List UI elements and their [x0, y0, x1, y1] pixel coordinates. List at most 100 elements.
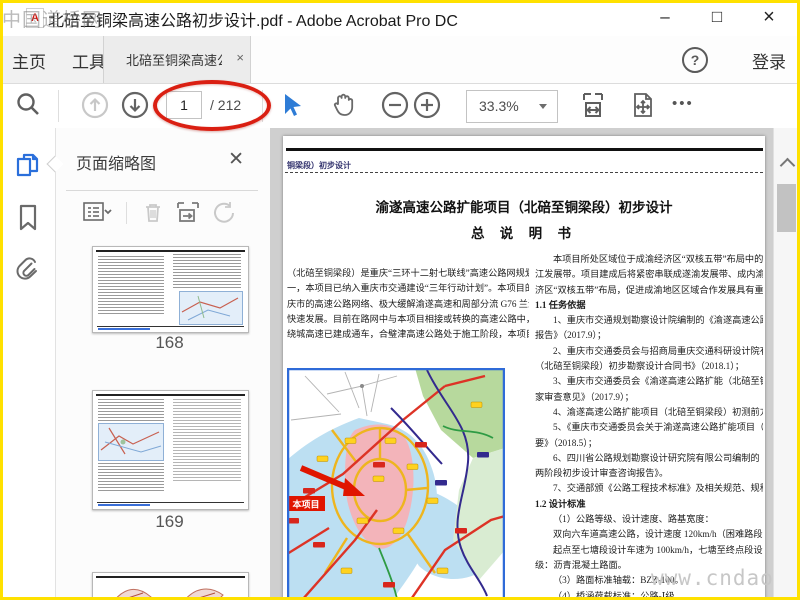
title-bar: A 北碚至铜梁高速公路初步设计.pdf - Adobe Acrobat Pro …	[0, 0, 800, 36]
doc-text-line: （4）桥涵荷载标准：公路-Ⅰ级。	[553, 590, 684, 600]
more-tools-button[interactable]: •••	[672, 95, 694, 112]
doc-text-line: 本项目所处区域位于成渝经济区“双核五带”布局中的成遂渝发展带	[553, 254, 763, 264]
left-text-column: （北碚至铜梁段）是重庆“三环十二射七联线”高速公路网规划中五 一，本项目已纳入重庆…	[287, 266, 529, 342]
separator	[262, 90, 263, 122]
thumbnail-page-169[interactable]	[92, 390, 249, 510]
select-tool-icon[interactable]	[276, 90, 306, 120]
doc-text-line: 4、渝遂高速公路扩能项目（北碚至铜梁段）初测前方案审查会《会	[553, 406, 763, 417]
document-view: 铜梁段）初步设计 渝遂高速公路扩能项目（北碚至铜梁段）初步设计 总 说 明 书 …	[270, 128, 800, 600]
tab-bar-blank	[249, 36, 800, 83]
doc-text-line: 报告》（2017.9）；	[535, 330, 607, 341]
zoom-out-icon[interactable]	[380, 90, 410, 120]
help-icon[interactable]: ?	[682, 47, 708, 73]
maximize-button[interactable]: □	[694, 0, 740, 34]
doc-text-line: 2、重庆市交通委员会与招商局重庆交通科研设计院有限公司签署的	[553, 345, 763, 356]
sign-in-button[interactable]: 登录	[752, 48, 786, 73]
thumb-link	[98, 504, 150, 506]
right-text-column: 本项目所处区域位于成渝经济区“双核五带”布局中的成遂渝发展带江发展带。项目建成后…	[535, 252, 763, 600]
doc-text-line: 绕城高速已建成通车，合璧津高速公路处于施工阶段，本项目渝遂扩	[287, 329, 529, 340]
document-subtitle: 总 说 明 书	[470, 226, 578, 241]
page-top-rule	[286, 148, 763, 151]
navigation-rail	[0, 128, 56, 600]
thumbnail-page-next-partial[interactable]	[92, 572, 249, 600]
bookmarks-icon[interactable]	[13, 202, 43, 232]
next-page-icon[interactable]	[120, 90, 150, 120]
delete-pages-icon[interactable]	[140, 200, 166, 224]
thumb-map	[179, 291, 243, 325]
doc-text-line: 1、重庆市交通规划勘察设计院编制的《渝遂高速公路扩能（北碚至	[553, 315, 763, 326]
minimize-button[interactable]: –	[642, 0, 688, 34]
page-header-divider	[285, 172, 763, 173]
map-project-label: 本项目	[292, 499, 319, 510]
doc-text-line: 济区“双核五带”布局，促进成渝地区区域合作发展具有重要意义。	[535, 284, 763, 295]
doc-text-line: 一，本项目已纳入重庆市交通建设“三年行动计划”。本项目的建设	[287, 283, 529, 294]
doc-text-line: 7、交通部颁《公路工程技术标准》及相关规范、规程、标准。	[553, 483, 763, 494]
fit-width-icon[interactable]	[578, 90, 608, 120]
doc-text-line: 1.2 设计标准	[535, 498, 586, 509]
separator	[126, 202, 127, 224]
doc-text-line: 3、重庆市交通委员会《渝遂高速公路扩能（北碚至铜梁段）工程可	[553, 376, 763, 387]
tab-tools[interactable]: 工具	[72, 48, 106, 73]
document-scrollbar[interactable]	[773, 128, 800, 600]
doc-text-line: 江发展带。项目建成后将紧密串联成遂渝发展带、成内渝发展带及沿长	[535, 269, 763, 280]
tab-document[interactable]: 北碚至铜梁高速公... ×	[103, 36, 251, 83]
thumb-text-block	[98, 463, 164, 491]
main-toolbar: / 212 33.3%	[0, 84, 800, 129]
panel-close-icon[interactable]: ✕	[228, 148, 244, 171]
doc-text-line: 要》（2018.5）；	[535, 437, 598, 448]
document-tab-label: 北碚至铜梁高速公...	[126, 53, 222, 68]
thumb-rule	[96, 250, 245, 252]
tab-bar: 主页 工具 北碚至铜梁高速公... × ? 登录	[0, 36, 800, 84]
doc-text-line: 家审查意见》（2017.9）；	[535, 391, 634, 402]
acrobat-window: A 北碚至铜梁高速公路初步设计.pdf - Adobe Acrobat Pro …	[0, 0, 800, 600]
thumbnail-options-button[interactable]	[82, 200, 112, 224]
thumb-map	[98, 423, 164, 461]
page-number-input[interactable]	[166, 91, 202, 119]
close-button[interactable]: ×	[746, 0, 792, 34]
zoom-level-value: 33.3%	[479, 98, 519, 114]
window-title: 北碚至铜梁高速公路初步设计.pdf - Adobe Acrobat Pro DC	[48, 13, 458, 30]
thumb-sketch	[114, 588, 224, 600]
divider	[66, 190, 258, 191]
thumb-link	[98, 328, 150, 330]
doc-text-line: 6、四川省公路规划勘察设计研究院有限公司编制的《渝遂高速公路	[553, 452, 763, 463]
doc-text-line: 庆市的高速公路网络、极大缓解渝遂高速和周部分流 G76 兰海高速交	[287, 298, 529, 309]
fit-page-icon[interactable]	[628, 90, 658, 120]
crop-pages-icon[interactable]	[174, 200, 200, 224]
doc-text-line: 5、《重庆市交通委员会关于渝遂高速公路扩能项目（北碚至铜梁段	[553, 422, 763, 433]
doc-text-line: （1）公路等级、设计速度、路基宽度：	[553, 514, 714, 525]
rotate-pages-icon[interactable]	[210, 200, 236, 224]
attachments-icon[interactable]	[13, 254, 43, 284]
scroll-up-icon[interactable]	[779, 157, 796, 174]
thumb-text-block	[98, 399, 164, 421]
scrollbar-thumb[interactable]	[777, 184, 796, 232]
hand-tool-icon[interactable]	[328, 90, 358, 120]
doc-text-line: 起点至七塘段设计车速为 100km/h，七塘至终点段设计车速为 120	[553, 544, 763, 555]
thumbnail-page-168[interactable]	[92, 246, 249, 333]
doc-text-line: （北碚至铜梁段）是重庆“三环十二射七联线”高速公路网规划中五	[287, 268, 529, 278]
zoom-level-dropdown[interactable]: 33.3%	[466, 90, 558, 123]
thumb-rule	[97, 326, 244, 327]
project-location-map: 本项目	[287, 368, 505, 600]
thumb-text-block	[173, 399, 241, 483]
separator	[58, 90, 59, 122]
doc-text-line: 1.1 任务依据	[535, 299, 586, 310]
page-running-header: 铜梁段）初步设计	[287, 161, 351, 170]
zoom-in-icon[interactable]	[412, 90, 442, 120]
page-count-label: / 212	[210, 97, 242, 113]
tab-home[interactable]: 主页	[12, 48, 46, 73]
thumbnail-label: 168	[155, 333, 184, 352]
document-tab-close-icon[interactable]: ×	[236, 50, 244, 65]
thumbnail-label: 169	[155, 512, 184, 531]
pdf-page: 铜梁段）初步设计 渝遂高速公路扩能项目（北碚至铜梁段）初步设计 总 说 明 书 …	[283, 136, 800, 600]
pdf-app-icon: A	[26, 8, 44, 28]
thumb-rule	[96, 576, 245, 578]
previous-page-icon[interactable]	[80, 90, 110, 120]
thumb-text-block	[98, 256, 164, 316]
panel-title: 页面缩略图	[76, 156, 157, 173]
doc-text-line: 双向六车道高速公路，设计速度 120km/h（困难路段采用 100km/h）	[553, 529, 763, 540]
page-thumbnails-icon[interactable]	[13, 150, 43, 180]
doc-text-line: 快速发展。目前在路网中与本项目相接或转换的高速公路中，三环高	[287, 313, 529, 324]
search-icon[interactable]	[13, 90, 43, 120]
thumb-text-block	[173, 254, 241, 288]
